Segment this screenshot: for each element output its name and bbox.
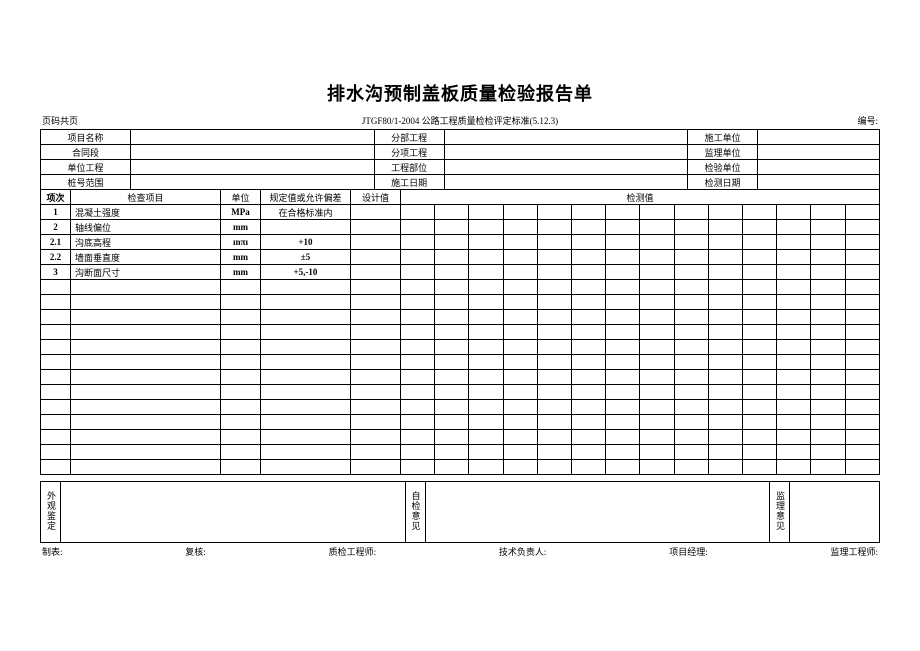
label-contract: 合同段	[41, 145, 131, 160]
value-unit-proj	[131, 160, 375, 175]
cell-spec: ±5	[261, 250, 351, 265]
cell-seq: 1	[41, 205, 71, 220]
label-appearance: 外观鉴定	[41, 482, 61, 543]
value-work-part	[444, 160, 688, 175]
table-row	[41, 385, 880, 400]
cell-design	[351, 205, 401, 220]
table-row	[41, 415, 880, 430]
head-design: 设计值	[351, 190, 401, 205]
cell-seq: 3	[41, 265, 71, 280]
value-project-name	[131, 130, 375, 145]
label-work-part: 工程部位	[374, 160, 444, 175]
head-spec: 规定值或允许偏差	[261, 190, 351, 205]
value-stake-range	[131, 175, 375, 190]
cell-item: 墙面垂直度	[71, 250, 221, 265]
info-table: 项目名称 分部工程 施工单位 合同段 分项工程 监理单位 单位工程 工程部位 检…	[40, 129, 880, 190]
label-item-proj: 分项工程	[374, 145, 444, 160]
sign-qc: 质检工程师:	[329, 545, 377, 558]
cell-seq: 2.2	[41, 250, 71, 265]
standard-ref: JTGF80/1-2004 公路工程质量检检评定标准(5.12.3)	[0, 114, 920, 127]
table-row	[41, 460, 880, 475]
sign-review: 复核:	[185, 545, 206, 558]
label-sub-proj: 分部工程	[374, 130, 444, 145]
label-unit-proj: 单位工程	[41, 160, 131, 175]
cell-unit: ınπı	[221, 235, 261, 250]
head-measured: 检测值	[401, 190, 880, 205]
page-title: 排水沟预制盖板质量检验报告单	[40, 80, 880, 106]
label-detect-date: 检测日期	[688, 175, 758, 190]
table-row	[41, 430, 880, 445]
value-appearance	[61, 482, 406, 543]
cell-spec	[261, 220, 351, 235]
table-row: 1 混凝土强度 MPa 在合格标准内	[41, 205, 880, 220]
top-info-row: 页码共页 JTGF80/1-2004 公路工程质量检检评定标准(5.12.3) …	[40, 114, 880, 127]
cell-item: 混凝土强度	[71, 205, 221, 220]
label-supervise-unit: 监理单位	[688, 145, 758, 160]
value-contract	[131, 145, 375, 160]
table-row: 2.2 墙面垂直度 mm ±5	[41, 250, 880, 265]
label-construct-unit: 施工单位	[688, 130, 758, 145]
cell-seq: 2	[41, 220, 71, 235]
signature-row: 制表: 复核: 质检工程师: 技术负责人: 项目经理: 监理工程师:	[40, 545, 880, 558]
value-construct-unit	[758, 130, 880, 145]
cell-seq: 2.1	[41, 235, 71, 250]
head-seq: 项次	[41, 190, 71, 205]
table-row	[41, 400, 880, 415]
value-selfcheck	[425, 482, 770, 543]
head-item: 检查项目	[71, 190, 221, 205]
value-supervise-unit	[758, 145, 880, 160]
sign-sup: 监理工程师:	[830, 545, 878, 558]
inspection-table: 项次 检查项目 单位 规定值或允许偏差 设计值 检测值 1 混凝土强度 MPa …	[40, 189, 880, 475]
table-row	[41, 340, 880, 355]
value-sub-proj	[444, 130, 688, 145]
cell-item: 轴线偏位	[71, 220, 221, 235]
label-inspect-unit: 检验单位	[688, 160, 758, 175]
label-selfcheck: 自检意见	[405, 482, 425, 543]
table-row: 2.1 沟底高程 ınπı +10	[41, 235, 880, 250]
label-project-name: 项目名称	[41, 130, 131, 145]
cell-spec: 在合格标准内	[261, 205, 351, 220]
table-row	[41, 370, 880, 385]
value-detect-date	[758, 175, 880, 190]
cell-unit: mm	[221, 265, 261, 280]
value-supervise-opinion	[790, 482, 880, 543]
value-inspect-unit	[758, 160, 880, 175]
cell-unit: mm	[221, 250, 261, 265]
sign-tech: 技术负责人:	[499, 545, 547, 558]
label-supervise-opinion: 监理意见	[770, 482, 790, 543]
label-work-date: 施工日期	[374, 175, 444, 190]
sign-pm: 项目经理:	[669, 545, 708, 558]
label-stake-range: 桩号范围	[41, 175, 131, 190]
table-row	[41, 355, 880, 370]
cell-item: 沟底高程	[71, 235, 221, 250]
cell-spec: +10	[261, 235, 351, 250]
table-row: 3 沟断面尺寸 mm +5,-10	[41, 265, 880, 280]
sign-tab: 制表:	[42, 545, 63, 558]
opinion-block: 外观鉴定 自检意见 监理意见	[40, 481, 880, 543]
table-row: 2 轴线偏位 mm	[41, 220, 880, 235]
table-row	[41, 445, 880, 460]
cell-unit: mm	[221, 220, 261, 235]
cell-unit: MPa	[221, 205, 261, 220]
table-row	[41, 310, 880, 325]
value-item-proj	[444, 145, 688, 160]
table-row	[41, 295, 880, 310]
cell-item: 沟断面尺寸	[71, 265, 221, 280]
head-unit: 单位	[221, 190, 261, 205]
table-row	[41, 280, 880, 295]
value-work-date	[444, 175, 688, 190]
table-row	[41, 325, 880, 340]
cell-spec: +5,-10	[261, 265, 351, 280]
